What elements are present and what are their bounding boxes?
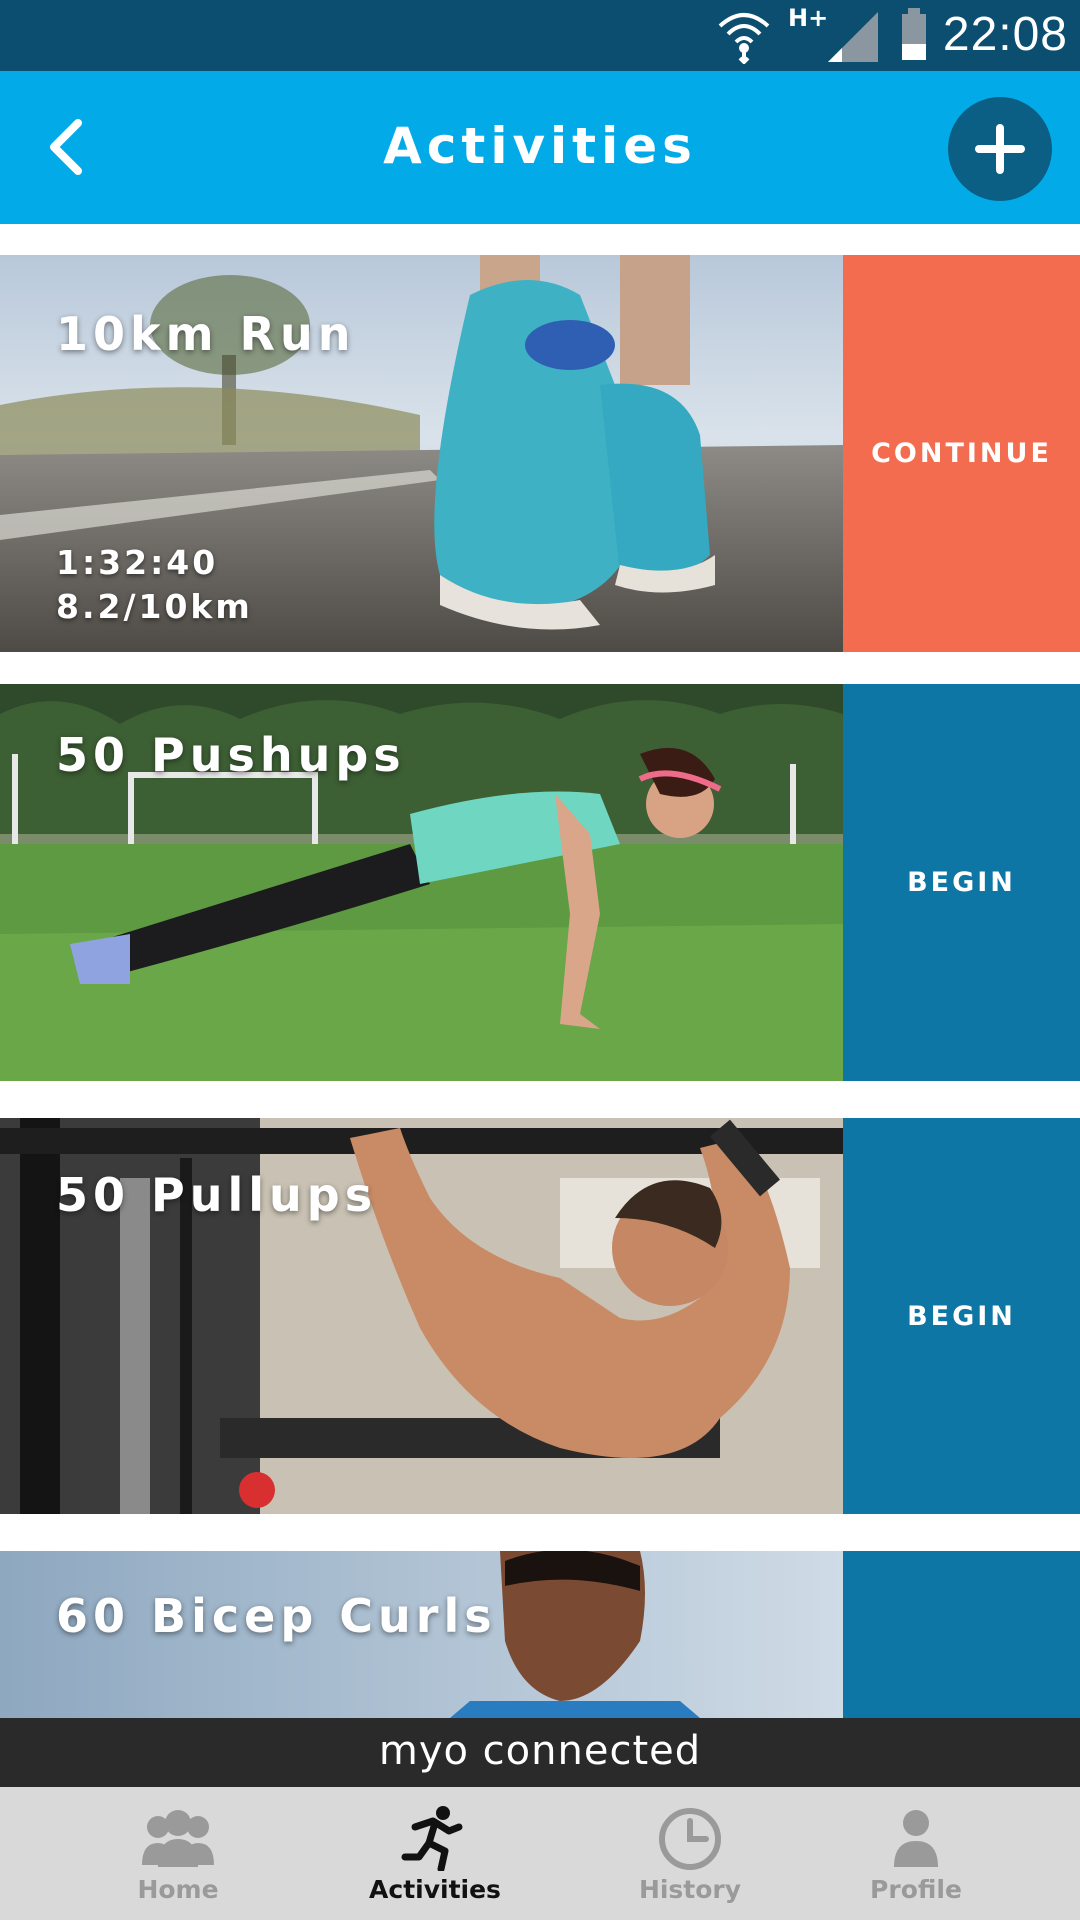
- network-type: H+: [788, 4, 829, 32]
- battery-icon: [902, 8, 926, 60]
- activity-action-area[interactable]: [843, 1551, 1080, 1718]
- clock-icon: [659, 1808, 721, 1870]
- status-time: 22:08: [942, 8, 1068, 61]
- bottom-nav: Home Activities History Profile: [0, 1787, 1080, 1920]
- running-icon: [401, 1806, 463, 1871]
- activity-card-pushups: 50 Pushups BEGIN: [0, 684, 1080, 1081]
- activity-title: 50 Pushups: [56, 728, 406, 782]
- activity-time: 1:32:40: [56, 543, 219, 582]
- wifi-icon: [718, 13, 770, 64]
- signal-icon: [828, 12, 878, 62]
- nav-label: History: [638, 1875, 742, 1904]
- activity-card-pullups: 50 Pullups BEGIN: [0, 1118, 1080, 1514]
- activity-title: 60 Bicep Curls: [56, 1589, 497, 1643]
- nav-label: Home: [137, 1875, 219, 1904]
- nav-item-history[interactable]: History: [590, 1787, 790, 1920]
- group-icon: [142, 1810, 214, 1867]
- nav-item-profile[interactable]: Profile: [816, 1787, 1016, 1920]
- nav-item-home[interactable]: Home: [78, 1787, 278, 1920]
- nav-label: Profile: [870, 1875, 962, 1904]
- activity-title: 10km Run: [56, 307, 356, 361]
- page-title: Activities: [383, 117, 697, 175]
- add-activity-button[interactable]: [948, 97, 1052, 201]
- activity-title: 50 Pullups: [56, 1168, 378, 1222]
- begin-button[interactable]: BEGIN: [843, 684, 1080, 1081]
- activity-progress: 8.2/10km: [56, 587, 253, 626]
- activity-card-run: 10km Run 1:32:40 8.2/10km CONTINUE: [0, 255, 1080, 652]
- activity-card-bicep-curls: 60 Bicep Curls: [0, 1551, 1080, 1718]
- connection-toast: myo connected: [0, 1718, 1080, 1787]
- continue-button[interactable]: CONTINUE: [843, 255, 1080, 652]
- status-bar: H+ 22:08: [0, 0, 1080, 71]
- nav-item-activities[interactable]: Activities: [335, 1787, 535, 1920]
- person-icon: [894, 1810, 938, 1867]
- begin-button[interactable]: BEGIN: [843, 1118, 1080, 1514]
- header-bar: Activities: [0, 71, 1080, 224]
- plus-icon: [975, 124, 1025, 174]
- nav-label: Activities: [369, 1875, 501, 1904]
